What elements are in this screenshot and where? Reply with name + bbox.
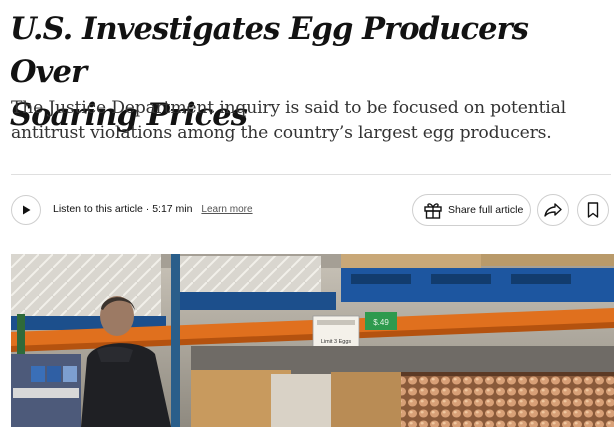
share-full-article-button[interactable]: Share full article: [412, 194, 531, 226]
listen-label: Listen to this article · 5:17 min: [53, 203, 193, 215]
headline-line-1: U.S. Investigates Egg Producers Over: [10, 11, 529, 90]
price-tag-text: $.49: [373, 318, 389, 327]
save-button[interactable]: [577, 194, 609, 226]
egg-aisle-illustration: Limit 3 Eggs $.49: [11, 254, 614, 427]
share-button[interactable]: [537, 194, 569, 226]
listen-info: Listen to this article · 5:17 min Learn …: [53, 203, 253, 215]
limit-sign-text: Limit 3 Eggs: [321, 339, 352, 345]
divider: [11, 174, 611, 175]
learn-more-link[interactable]: Learn more: [201, 204, 252, 215]
gift-icon: [423, 201, 443, 219]
article-summary: The Justice Department inquiry is said t…: [11, 98, 566, 143]
play-audio-button[interactable]: [11, 195, 41, 225]
article-photo: Limit 3 Eggs $.49: [11, 254, 614, 427]
play-icon: [20, 204, 32, 216]
bookmark-icon: [587, 202, 599, 218]
share-icon: [543, 202, 563, 218]
share-label: Share full article: [448, 204, 524, 216]
article-toolbar: Listen to this article · 5:17 min Learn …: [11, 194, 614, 228]
